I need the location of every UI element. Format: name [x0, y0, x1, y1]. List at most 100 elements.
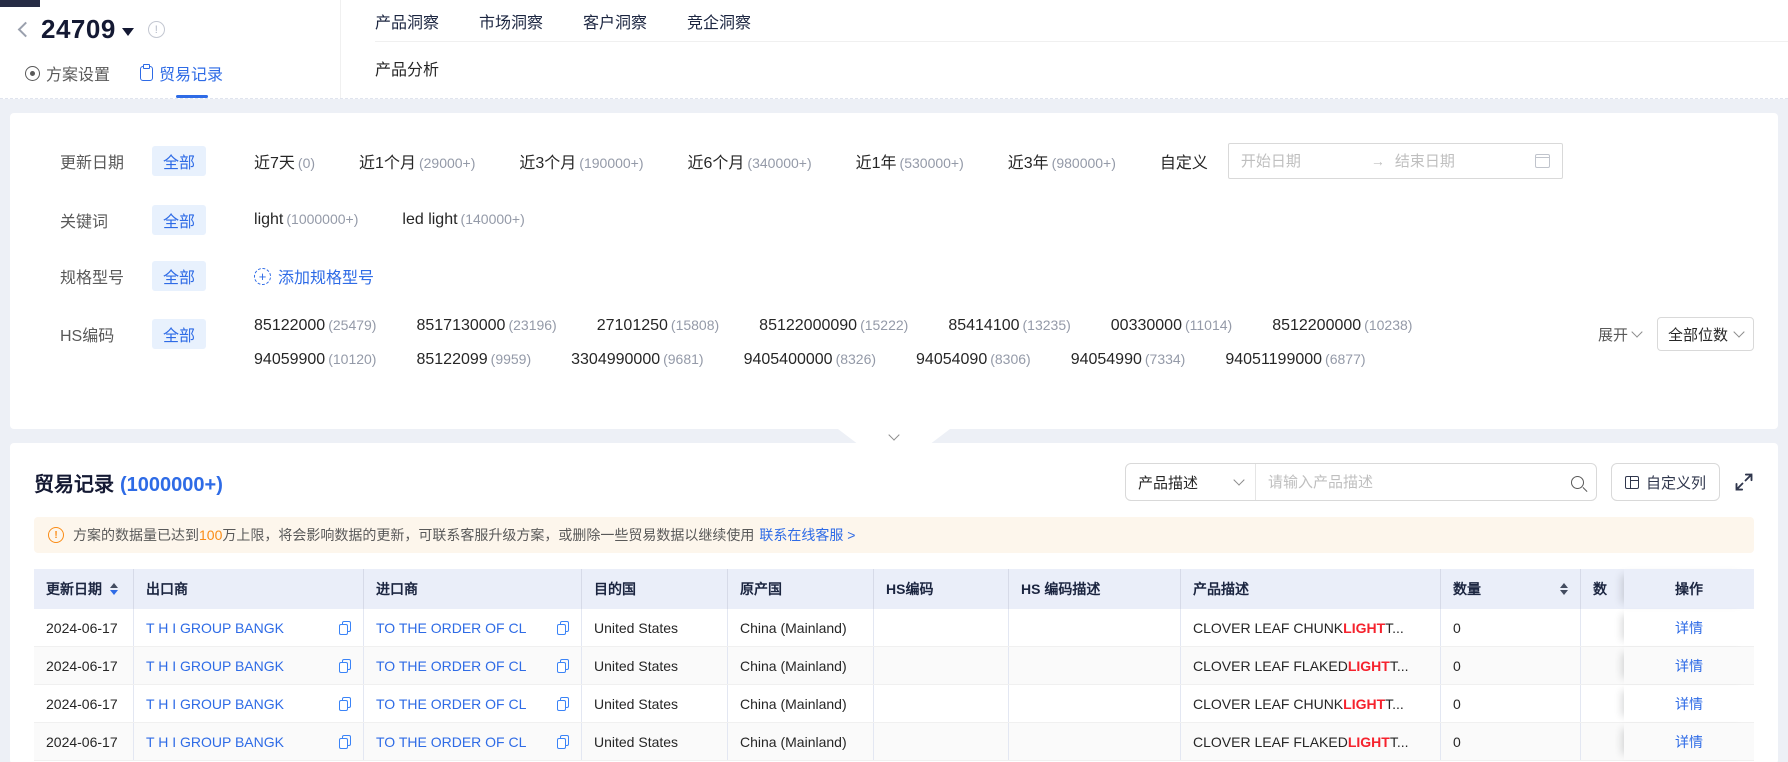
custom-date-label[interactable]: 自定义 [1160, 149, 1208, 173]
back-icon[interactable] [17, 21, 34, 38]
copy-icon[interactable] [557, 734, 569, 749]
date-option[interactable]: 近7天 (0) [254, 149, 315, 173]
importer-link[interactable]: TO THE ORDER OF CL [376, 658, 549, 674]
copy-icon[interactable] [557, 696, 569, 711]
expand-toggle[interactable]: 展开 [1598, 324, 1643, 345]
quota-warning-banner: 方案的数据量已达到100万上限，将会影响数据的更新，可联系客服升级方案，或删除一… [34, 517, 1754, 553]
cell-quantity-unit-clipped [1581, 685, 1624, 722]
sort-asc-icon[interactable] [110, 583, 118, 588]
filter-all-chip[interactable]: 全部 [152, 205, 207, 235]
date-range-picker[interactable]: → [1227, 143, 1563, 179]
detail-link[interactable]: 详情 [1675, 618, 1703, 638]
cell-exporter: T H I GROUP BANGK [134, 609, 364, 646]
hs-code-option[interactable]: 85414100 (13235) [948, 317, 1070, 335]
search-type-select[interactable]: 产品描述 [1126, 464, 1256, 500]
hs-code-option[interactable]: 85122000 (25479) [254, 317, 376, 335]
date-option[interactable]: 近3年 (980000+) [1008, 149, 1116, 173]
importer-link[interactable]: TO THE ORDER OF CL [376, 696, 549, 712]
hs-code-option[interactable]: 94054090 (8306) [916, 351, 1031, 369]
active-tab-underline [176, 95, 208, 98]
table-row: 2024-06-17 T H I GROUP BANGK TO THE ORDE… [34, 685, 1754, 723]
scheme-title: 24709 [41, 14, 116, 44]
cell-destination: United States [582, 685, 728, 722]
date-option[interactable]: 近1个月 (29000+) [359, 149, 475, 173]
main-nav: 产品洞察 市场洞察 客户洞察 竞企洞察 [375, 0, 1788, 42]
cell-exporter: T H I GROUP BANGK [134, 723, 364, 760]
filter-label: 关键词 [60, 214, 109, 231]
copy-icon[interactable] [339, 620, 351, 635]
keyword-option[interactable]: led light (140000+) [402, 211, 524, 229]
copy-icon[interactable] [339, 734, 351, 749]
date-option[interactable]: 近1年 (530000+) [856, 149, 964, 173]
search-input[interactable] [1267, 473, 1571, 491]
hs-code-option[interactable]: 9405400000 (8326) [744, 351, 876, 369]
add-spec-label: 添加规格型号 [278, 270, 375, 287]
filter-all-chip[interactable]: 全部 [152, 146, 207, 176]
hs-code-option[interactable]: 8517130000 (23196) [416, 317, 556, 335]
nav-product-analysis[interactable]: 产品分析 [375, 62, 439, 79]
nav-product-insight[interactable]: 产品洞察 [375, 9, 439, 33]
keyword-highlight: LIGHT [1347, 733, 1390, 750]
detail-link[interactable]: 详情 [1675, 732, 1703, 752]
cell-action: 详情 [1624, 609, 1754, 646]
clipboard-icon [140, 63, 154, 81]
keyword-option[interactable]: light (1000000+) [254, 211, 358, 229]
cell-quantity: 0 [1441, 723, 1581, 760]
add-spec-button[interactable]: + 添加规格型号 [254, 264, 374, 288]
hs-code-option[interactable]: 94051199000 (6877) [1225, 351, 1365, 369]
copy-icon[interactable] [339, 658, 351, 673]
search-icon[interactable] [1570, 475, 1584, 489]
table-row: 2024-06-17 T H I GROUP BANGK TO THE ORDE… [34, 609, 1754, 647]
hs-code-option[interactable]: 94054990 (7334) [1071, 351, 1186, 369]
hs-code-option[interactable]: 85122000090 (15222) [759, 317, 908, 335]
records-count: (1000000+) [120, 473, 223, 496]
hs-code-option[interactable]: 00330000 (11014) [1111, 317, 1232, 335]
info-icon[interactable] [147, 21, 165, 38]
importer-link[interactable]: TO THE ORDER OF CL [376, 620, 549, 636]
filter-all-chip[interactable]: 全部 [152, 319, 207, 349]
nav-competitor-insight[interactable]: 竞企洞察 [687, 9, 751, 33]
exporter-link[interactable]: T H I GROUP BANGK [146, 620, 331, 636]
hs-code-option[interactable]: 8512200000 (10238) [1272, 317, 1412, 335]
cell-product-desc: CLOVER LEAF CHUNK LIGHT T... [1181, 685, 1441, 722]
tab-trade-records[interactable]: 贸易记录 [140, 61, 223, 85]
filter-all-chip[interactable]: 全部 [152, 261, 207, 291]
cell-update-date: 2024-06-17 [34, 685, 134, 722]
exporter-link[interactable]: T H I GROUP BANGK [146, 696, 331, 712]
sort-desc-icon[interactable] [110, 590, 118, 595]
sort-asc-icon[interactable] [1560, 583, 1568, 588]
cell-hs-code [874, 723, 1009, 760]
cell-quantity-unit-clipped [1581, 609, 1624, 646]
copy-icon[interactable] [339, 696, 351, 711]
detail-link[interactable]: 详情 [1675, 656, 1703, 676]
copy-icon[interactable] [557, 620, 569, 635]
start-date-input[interactable] [1240, 152, 1361, 170]
cell-product-desc: CLOVER LEAF CHUNK LIGHT T... [1181, 609, 1441, 646]
contact-support-link[interactable]: 联系在线客服 > [759, 525, 855, 545]
sort-desc-icon[interactable] [1560, 590, 1568, 595]
col-quantity-unit-clipped: 数 [1593, 581, 1607, 597]
keyword-options: light (1000000+) led light (140000+) [254, 211, 525, 229]
digits-select[interactable]: 全部位数 [1656, 317, 1754, 351]
exporter-link[interactable]: T H I GROUP BANGK [146, 734, 331, 750]
custom-columns-button[interactable]: 自定义列 [1610, 463, 1720, 501]
tab-scheme-settings[interactable]: 方案设置 [25, 61, 110, 85]
filter-label: 规格型号 [60, 270, 125, 287]
filter-row-update-date: 更新日期 全部 近7天 (0) 近1个月 (29000+) 近3个月 (190000+… [60, 143, 1754, 179]
end-date-input[interactable] [1394, 152, 1515, 170]
hs-code-option[interactable]: 27101250 (15808) [597, 317, 719, 335]
exporter-link[interactable]: T H I GROUP BANGK [146, 658, 331, 674]
scheme-dropdown-caret-icon[interactable] [121, 27, 134, 36]
hs-code-option[interactable]: 3304990000 (9681) [571, 351, 703, 369]
hs-code-option[interactable]: 85122099 (9959) [416, 351, 531, 369]
nav-market-insight[interactable]: 市场洞察 [479, 9, 543, 33]
detail-link[interactable]: 详情 [1675, 694, 1703, 714]
copy-icon[interactable] [557, 658, 569, 673]
importer-link[interactable]: TO THE ORDER OF CL [376, 734, 549, 750]
filter-row-keyword: 关键词 全部 light (1000000+) led light (140000+… [60, 205, 1754, 235]
nav-customer-insight[interactable]: 客户洞察 [583, 9, 647, 33]
date-option[interactable]: 近6个月 (340000+) [688, 149, 812, 173]
hs-code-option[interactable]: 94059900 (10120) [254, 351, 376, 369]
date-option[interactable]: 近3个月 (190000+) [519, 149, 643, 173]
fullscreen-icon[interactable] [1734, 472, 1754, 492]
